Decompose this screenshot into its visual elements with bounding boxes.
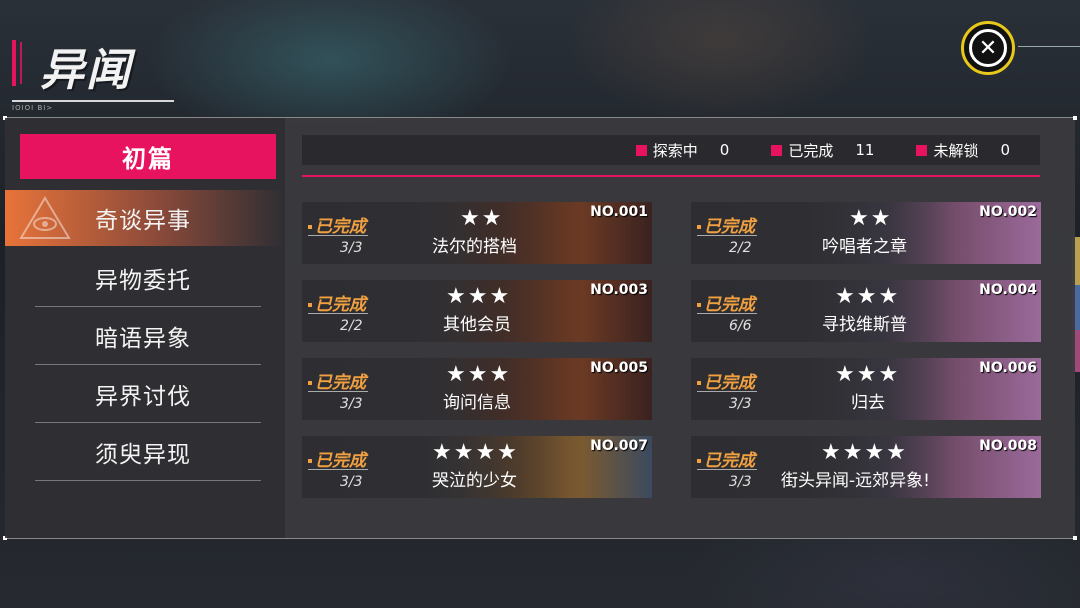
card-progress: 6/6 (729, 318, 752, 334)
status-completed: 已完成 11 (771, 140, 874, 161)
eye-triangle-icon (19, 196, 71, 239)
category-item-3[interactable]: 异界讨伐 (5, 366, 285, 422)
close-divider (1018, 46, 1080, 47)
card-progress: 3/3 (340, 474, 363, 490)
close-x-icon: ✕ (969, 29, 1007, 67)
card-status: 已完成 (308, 368, 366, 393)
card-underline (697, 469, 757, 470)
header-subtitle: IOIOI BI> (12, 104, 54, 112)
card-number: NO.006 (979, 360, 1037, 376)
status-exploring: 探索中 0 (635, 140, 730, 161)
panel-corner (1073, 536, 1077, 540)
card-title: 街头异闻-远郊异象! (781, 471, 930, 491)
quest-card-005[interactable]: 已完成 3/3 ★★★ 询问信息 NO.005 (302, 358, 652, 420)
star-rating: ★★ (849, 206, 893, 231)
card-status: 已完成 (697, 446, 755, 471)
panel-corner (1073, 116, 1077, 120)
status-label: 未解锁 (933, 141, 979, 160)
status-label: 探索中 (652, 141, 698, 160)
category-divider (35, 364, 261, 365)
star-rating: ★★★ (446, 284, 512, 309)
status-divider (302, 175, 1040, 177)
card-number: NO.007 (590, 438, 648, 454)
category-item-0[interactable]: 奇谈异事 (5, 190, 285, 246)
card-progress: 3/3 (340, 240, 363, 256)
category-divider (35, 480, 261, 481)
card-progress: 3/3 (729, 474, 752, 490)
card-underline (308, 469, 368, 470)
card-title: 寻找维斯普 (822, 315, 907, 335)
card-status: 已完成 (308, 290, 366, 315)
category-sidebar: 初篇 奇谈异事 异物委托 暗语异象 异界讨伐 须臾异现 (5, 118, 285, 538)
main-panel: 初篇 奇谈异事 异物委托 暗语异象 异界讨伐 须臾异现 探索中 0 已完成 11… (3, 116, 1077, 540)
card-progress: 3/3 (729, 396, 752, 412)
card-underline (697, 235, 757, 236)
status-square-icon (916, 144, 928, 156)
category-label: 暗语异象 (95, 326, 191, 352)
category-label: 异界讨伐 (95, 384, 191, 410)
status-square-icon (771, 144, 783, 156)
card-title: 其他会员 (443, 315, 511, 335)
header-accent-bar (12, 40, 16, 86)
card-title: 询问信息 (443, 393, 511, 413)
chapter-tab[interactable]: 初篇 (20, 134, 276, 179)
card-number: NO.002 (979, 204, 1037, 220)
card-progress: 2/2 (340, 318, 363, 334)
category-label: 奇谈异事 (95, 208, 191, 234)
card-underline (697, 313, 757, 314)
card-underline (308, 235, 368, 236)
category-divider (35, 306, 261, 307)
card-number: NO.001 (590, 204, 648, 220)
star-rating: ★★★ (446, 362, 512, 387)
page-title: 异闻 (40, 45, 132, 96)
status-count: 11 (855, 141, 875, 159)
card-number: NO.004 (979, 282, 1037, 298)
card-title: 哭泣的少女 (432, 471, 517, 491)
card-underline (308, 313, 368, 314)
card-number: NO.005 (590, 360, 648, 376)
header-underline (12, 100, 174, 102)
quest-card-003[interactable]: 已完成 2/2 ★★★ 其他会员 NO.003 (302, 280, 652, 342)
category-label: 须臾异现 (95, 442, 191, 468)
card-underline (308, 391, 368, 392)
category-item-1[interactable]: 异物委托 (5, 250, 285, 306)
quest-card-006[interactable]: 已完成 3/3 ★★★ 归去 NO.006 (691, 358, 1041, 420)
star-rating: ★★★★ (432, 440, 519, 465)
category-divider (35, 422, 261, 423)
star-rating: ★★★ (835, 362, 901, 387)
status-label: 已完成 (788, 141, 834, 160)
category-item-4[interactable]: 须臾异现 (5, 424, 285, 480)
card-status: 已完成 (697, 290, 755, 315)
quest-card-004[interactable]: 已完成 6/6 ★★★ 寻找维斯普 NO.004 (691, 280, 1041, 342)
status-locked: 未解锁 0 (916, 140, 1010, 161)
card-status: 已完成 (697, 368, 755, 393)
status-count: 0 (1000, 141, 1010, 159)
quest-card-001[interactable]: 已完成 3/3 ★★ 法尔的搭档 NO.001 (302, 202, 652, 264)
quest-card-007[interactable]: 已完成 3/3 ★★★★ 哭泣的少女 NO.007 (302, 436, 652, 498)
status-count: 0 (719, 141, 730, 159)
card-number: NO.003 (590, 282, 648, 298)
card-title: 归去 (851, 393, 885, 413)
card-title: 法尔的搭档 (432, 237, 517, 257)
star-rating: ★★★★ (821, 440, 908, 465)
quest-card-002[interactable]: 已完成 2/2 ★★ 吟唱者之章 NO.002 (691, 202, 1041, 264)
card-status: 已完成 (308, 212, 366, 237)
card-title: 吟唱者之章 (822, 237, 907, 257)
star-rating: ★★★ (835, 284, 901, 309)
card-progress: 2/2 (729, 240, 752, 256)
category-item-2[interactable]: 暗语异象 (5, 308, 285, 364)
header-accent-bar-thin (20, 42, 22, 84)
card-number: NO.008 (979, 438, 1037, 454)
status-square-icon (635, 144, 647, 156)
card-status: 已完成 (308, 446, 366, 471)
quest-card-008[interactable]: 已完成 3/3 ★★★★ 街头异闻-远郊异象! NO.008 (691, 436, 1041, 498)
category-label: 异物委托 (95, 268, 191, 294)
star-rating: ★★ (460, 206, 504, 231)
status-bar: 探索中 0 已完成 11 未解锁 0 (302, 135, 1040, 165)
card-status: 已完成 (697, 212, 755, 237)
close-button[interactable]: ✕ (961, 21, 1015, 75)
card-underline (697, 391, 757, 392)
card-progress: 3/3 (340, 396, 363, 412)
